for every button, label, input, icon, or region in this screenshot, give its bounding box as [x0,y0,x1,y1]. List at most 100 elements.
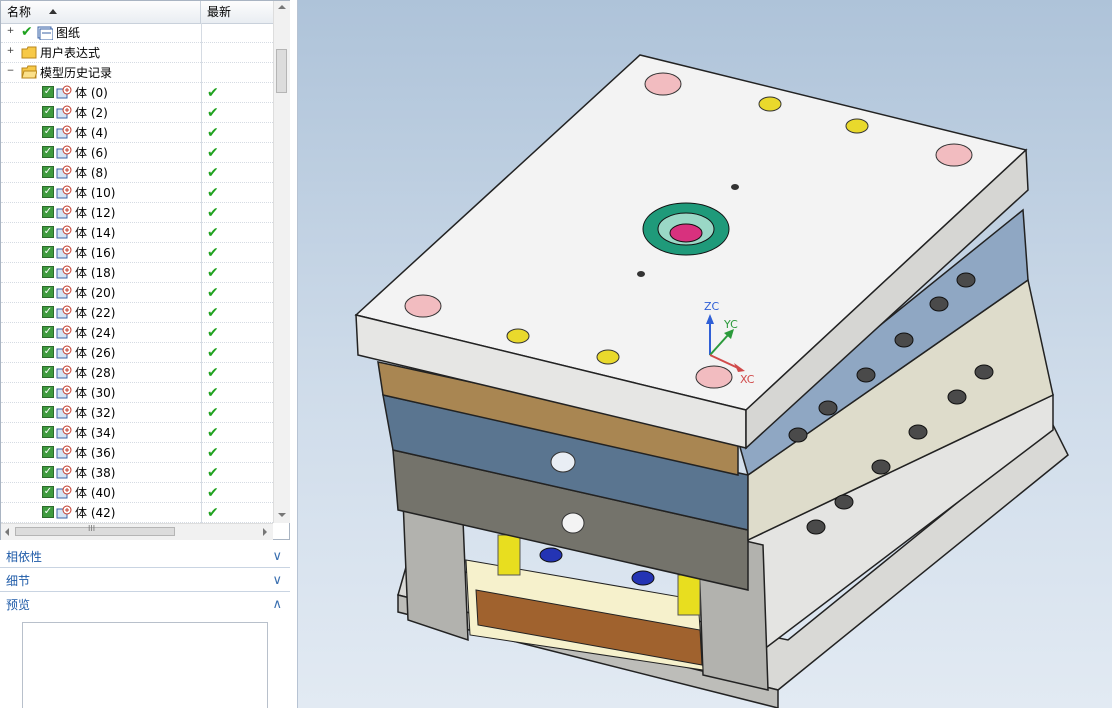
visibility-checkbox[interactable]: ✓ [42,446,54,458]
tree-row-body[interactable]: ✓ 体 (30) ✔ [1,383,273,403]
tree-row-body[interactable]: ✓ 体 (10) ✔ [1,183,273,203]
visibility-checkbox[interactable]: ✓ [42,206,54,218]
scroll-right-icon[interactable] [263,528,267,536]
column-divider [201,323,202,343]
visibility-checkbox[interactable]: ✓ [42,386,54,398]
tree-row-label: 体 (4) [75,126,108,140]
chevron-up-icon[interactable]: ∧ [272,594,282,616]
tree-row-body[interactable]: ✓ 体 (40) ✔ [1,483,273,503]
visibility-checkbox[interactable]: ✓ [42,186,54,198]
tree-row-body[interactable]: ✓ 体 (34) ✔ [1,423,273,443]
horizontal-scrollbar[interactable]: III [1,523,273,540]
tree-row-body[interactable]: ✓ 体 (28) ✔ [1,363,273,383]
visibility-checkbox[interactable]: ✓ [42,506,54,518]
tree-row-label: 体 (8) [75,166,108,180]
visibility-checkbox[interactable]: ✓ [42,346,54,358]
scroll-thumb[interactable]: III [15,524,175,536]
body-feature-icon [56,445,72,459]
visibility-checkbox[interactable]: ✓ [42,426,54,438]
visibility-checkbox[interactable]: ✓ [42,366,54,378]
tree-row-body[interactable]: ✓ 体 (32) ✔ [1,403,273,423]
scroll-up-icon[interactable] [278,5,286,9]
expand-icon[interactable]: + [6,47,15,57]
visibility-checkbox[interactable]: ✓ [42,286,54,298]
tree-row-body[interactable]: ✓ 体 (42) ✔ [1,503,273,523]
up-to-date-check-icon: ✔ [207,345,219,361]
guide-bushing [935,143,973,167]
tree-row-body[interactable]: ✓ 体 (2) ✔ [1,103,273,123]
tree-row-body[interactable]: ✓ 体 (20) ✔ [1,283,273,303]
scroll-thumb[interactable] [276,49,287,93]
visibility-checkbox[interactable]: ✓ [42,126,54,138]
visibility-checkbox[interactable]: ✓ [42,86,54,98]
visibility-checkbox[interactable]: ✓ [42,166,54,178]
visibility-checkbox[interactable]: ✓ [42,106,54,118]
scroll-left-icon[interactable] [5,528,9,536]
visibility-checkbox[interactable]: ✓ [42,266,54,278]
up-to-date-check-icon: ✔ [207,485,219,501]
guide-bushing [644,72,682,96]
tree-row-body[interactable]: ✓ 体 (14) ✔ [1,223,273,243]
tree-row-body[interactable]: ✓ 体 (16) ✔ [1,243,273,263]
body-feature-icon [56,425,72,439]
sprue-bushing [669,223,703,243]
visibility-checkbox[interactable]: ✓ [42,146,54,158]
tree-row-label: 用户表达式 [40,46,101,60]
tree-row-body[interactable]: ✓ 体 (36) ✔ [1,443,273,463]
tree-row-body[interactable]: ✓ 体 (4) ✔ [1,123,273,143]
tree-row-drawing[interactable]: + ✔ 图纸 [1,23,273,43]
visibility-checkbox[interactable]: ✓ [42,246,54,258]
tree-row-body[interactable]: ✓ 体 (8) ✔ [1,163,273,183]
scroll-down-icon[interactable] [278,513,286,517]
chevron-down-icon[interactable]: ∨ [272,546,282,568]
vertical-scrollbar[interactable] [273,1,290,523]
panel-details[interactable]: 细节 ∨ [0,570,290,592]
folder-open-icon [21,65,37,79]
up-to-date-check-icon: ✔ [207,325,219,341]
up-to-date-check-icon: ✔ [207,385,219,401]
tree-row-body[interactable]: ✓ 体 (12) ✔ [1,203,273,223]
return-pin [677,574,701,616]
visibility-checkbox[interactable]: ✓ [42,466,54,478]
visibility-checkbox[interactable]: ✓ [42,306,54,318]
visibility-checkbox[interactable]: ✓ [42,226,54,238]
body-feature-icon [56,85,72,99]
body-feature-icon [56,245,72,259]
column-divider [201,143,202,163]
tree-row-body[interactable]: ✓ 体 (24) ✔ [1,323,273,343]
mold-model[interactable] [298,0,1112,708]
column-divider [201,483,202,503]
tree-row-body[interactable]: ✓ 体 (6) ✔ [1,143,273,163]
column-header-latest[interactable]: 最新 [201,1,273,23]
tree-row-body[interactable]: ✓ 体 (18) ✔ [1,263,273,283]
tree-row-body[interactable]: ✓ 体 (38) ✔ [1,463,273,483]
panel-dependency[interactable]: 相依性 ∨ [0,546,290,568]
tree-row-label: 体 (14) [75,226,116,240]
part-navigator: 名称 最新 + ✔ 图纸 + 用户表达式 − 模型历史记录 ✓ 体 (0) ✔ … [0,0,298,708]
body-feature-icon [56,185,72,199]
visibility-checkbox[interactable]: ✓ [42,326,54,338]
column-divider [201,263,202,283]
panel-preview[interactable]: 预览 ∧ [0,594,290,616]
tree-row-body[interactable]: ✓ 体 (26) ✔ [1,343,273,363]
column-divider [201,383,202,403]
collapse-icon[interactable]: − [6,67,15,77]
tree-row-body[interactable]: ✓ 体 (22) ✔ [1,303,273,323]
tree-row-body[interactable]: ✓ 体 (0) ✔ [1,83,273,103]
visibility-checkbox[interactable]: ✓ [42,486,54,498]
visibility-checkbox[interactable]: ✓ [42,406,54,418]
graphics-viewport[interactable]: ZC YC XC [298,0,1112,708]
tree-row-user-expressions[interactable]: + 用户表达式 [1,43,273,63]
expand-icon[interactable]: + [6,27,15,37]
sort-ascending-icon [49,9,57,14]
chevron-down-icon[interactable]: ∨ [272,570,282,592]
tree-row-label: 体 (6) [75,146,108,160]
column-divider [201,283,202,303]
up-to-date-check-icon: ✔ [207,405,219,421]
axis-label-yc: YC [724,318,738,331]
tree-row-model-history[interactable]: − 模型历史记录 [1,63,273,83]
screw-head [758,96,782,112]
column-divider [201,163,202,183]
panel-details-label: 细节 [6,574,31,588]
column-header-name[interactable]: 名称 [1,1,201,23]
